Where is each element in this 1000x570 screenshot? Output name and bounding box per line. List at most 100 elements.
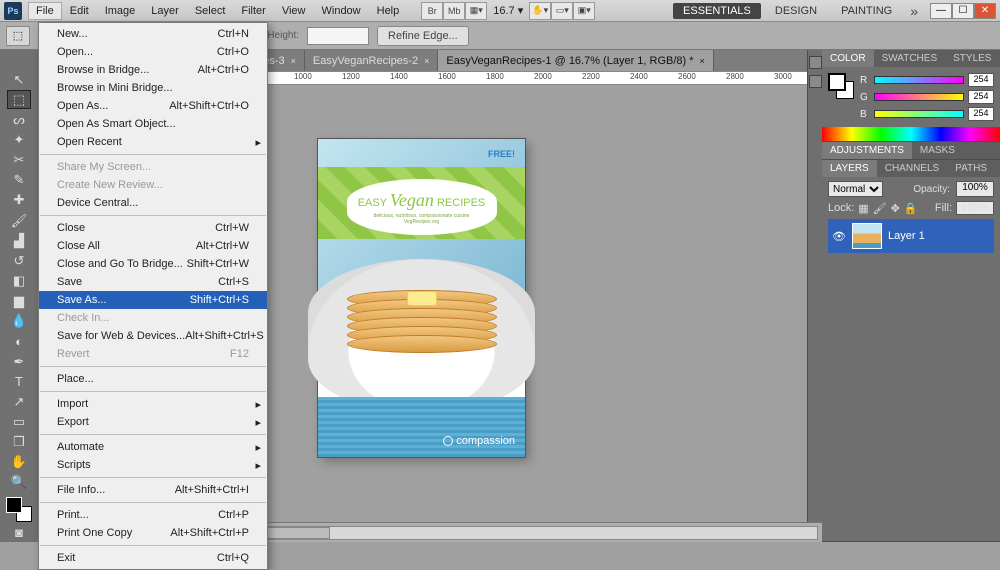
tab-swatches[interactable]: SWATCHES	[874, 50, 946, 67]
menu-item-automate[interactable]: Automate	[39, 438, 267, 456]
launch-minibridge-icon[interactable]: Mb	[443, 2, 465, 20]
menu-item-save[interactable]: SaveCtrl+S	[39, 273, 267, 291]
brush-tool-icon[interactable]: 🖌	[7, 211, 31, 230]
height-input[interactable]	[307, 27, 369, 45]
close-tab-icon[interactable]: ×	[291, 56, 296, 66]
marquee-tool-icon[interactable]: ⬚	[7, 90, 31, 109]
menu-item-print[interactable]: Print...Ctrl+P	[39, 506, 267, 524]
tab-color[interactable]: COLOR	[822, 50, 874, 67]
3d-tool-icon[interactable]: ❒	[7, 433, 31, 452]
lock-pixels-icon[interactable]: ▦	[858, 202, 868, 215]
layer-thumbnail[interactable]	[852, 223, 882, 249]
zoom-tool-icon[interactable]: 🔍	[7, 473, 31, 492]
menu-item-exit[interactable]: ExitCtrl+Q	[39, 549, 267, 567]
b-slider[interactable]	[874, 110, 964, 118]
workspace-more-icon[interactable]: »	[906, 3, 922, 19]
b-value[interactable]: 254	[968, 107, 994, 121]
lock-all-icon[interactable]: 🔒	[904, 202, 918, 215]
menu-item-open[interactable]: Open...Ctrl+O	[39, 43, 267, 61]
window-close-icon[interactable]: ✕	[974, 3, 996, 19]
fill-input[interactable]: 100%	[956, 201, 994, 215]
menu-edit[interactable]: Edit	[62, 2, 97, 20]
history-brush-icon[interactable]: ↺	[7, 251, 31, 270]
menu-item-open-as-smart-object[interactable]: Open As Smart Object...	[39, 115, 267, 133]
wand-tool-icon[interactable]: ✦	[7, 131, 31, 150]
crop-tool-icon[interactable]: ✂	[7, 151, 31, 170]
layer-row[interactable]: 👁 Layer 1	[828, 219, 994, 253]
document-canvas[interactable]: FREE! EASY Vegan RECIPES delicious, nutr…	[318, 139, 525, 457]
gradient-tool-icon[interactable]: ▆	[7, 292, 31, 311]
menu-layer[interactable]: Layer	[143, 2, 187, 20]
tab-styles[interactable]: STYLES	[945, 50, 999, 67]
menu-item-print-one-copy[interactable]: Print One CopyAlt+Shift+Ctrl+P	[39, 524, 267, 542]
shape-tool-icon[interactable]: ▭	[7, 412, 31, 431]
close-tab-icon[interactable]: ×	[700, 56, 705, 66]
foreground-background-colors[interactable]	[6, 497, 32, 522]
menu-item-import[interactable]: Import	[39, 395, 267, 413]
eraser-tool-icon[interactable]: ◧	[7, 271, 31, 290]
type-tool-icon[interactable]: T	[7, 372, 31, 391]
workspace-design[interactable]: DESIGN	[765, 3, 827, 19]
menu-image[interactable]: Image	[97, 2, 144, 20]
tab-layers[interactable]: LAYERS	[822, 160, 877, 177]
menu-item-browse-in-bridge[interactable]: Browse in Bridge...Alt+Ctrl+O	[39, 61, 267, 79]
lock-move-icon[interactable]: ✥	[891, 202, 900, 215]
document-tab[interactable]: EasyVeganRecipes-2×	[305, 50, 438, 71]
hand-tool-icon[interactable]: ✋	[7, 453, 31, 472]
layer-name[interactable]: Layer 1	[888, 230, 925, 242]
tab-channels[interactable]: CHANNELS	[877, 160, 947, 177]
document-tab[interactable]: EasyVeganRecipes-1 @ 16.7% (Layer 1, RGB…	[438, 50, 713, 71]
r-value[interactable]: 254	[968, 73, 994, 87]
path-tool-icon[interactable]: ↗	[7, 392, 31, 411]
menu-item-close[interactable]: CloseCtrl+W	[39, 219, 267, 237]
pen-tool-icon[interactable]: ✒	[7, 352, 31, 371]
tab-adjustments[interactable]: ADJUSTMENTS	[822, 142, 912, 159]
g-slider[interactable]	[874, 93, 964, 101]
menu-help[interactable]: Help	[369, 2, 408, 20]
menu-item-place[interactable]: Place...	[39, 370, 267, 388]
stamp-tool-icon[interactable]: ▟	[7, 231, 31, 250]
tab-masks[interactable]: MASKS	[912, 142, 963, 159]
menu-item-device-central[interactable]: Device Central...	[39, 194, 267, 212]
lasso-tool-icon[interactable]: ᔕ	[7, 110, 31, 129]
collapsed-panel-icon[interactable]	[809, 56, 822, 69]
tab-paths[interactable]: PATHS	[947, 160, 995, 177]
healing-tool-icon[interactable]: ✚	[7, 191, 31, 210]
window-maximize-icon[interactable]: ☐	[952, 3, 974, 19]
visibility-icon[interactable]: 👁	[832, 230, 846, 243]
zoom-level[interactable]: 16.7 ▾	[487, 4, 529, 17]
menu-item-save-for-web-devices[interactable]: Save for Web & Devices...Alt+Shift+Ctrl+…	[39, 327, 267, 345]
menu-filter[interactable]: Filter	[233, 2, 273, 20]
arrange-docs-icon[interactable]: ▭▾	[551, 2, 573, 20]
current-tool-icon[interactable]: ⬚	[6, 26, 30, 46]
menu-item-export[interactable]: Export	[39, 413, 267, 431]
horizontal-scrollbar[interactable]	[233, 526, 818, 540]
menu-item-close-all[interactable]: Close AllAlt+Ctrl+W	[39, 237, 267, 255]
menu-item-file-info[interactable]: File Info...Alt+Shift+Ctrl+I	[39, 481, 267, 499]
screen-mode-icon[interactable]: ▣▾	[573, 2, 595, 20]
hand-tool-icon[interactable]: ✋▾	[529, 2, 551, 20]
refine-edge-button[interactable]: Refine Edge...	[377, 26, 469, 46]
menu-item-close-and-go-to-bridge[interactable]: Close and Go To Bridge...Shift+Ctrl+W	[39, 255, 267, 273]
move-tool-icon[interactable]: ↖	[7, 70, 31, 89]
g-value[interactable]: 254	[968, 90, 994, 104]
menu-item-new[interactable]: New...Ctrl+N	[39, 25, 267, 43]
opacity-input[interactable]: 100%	[956, 181, 994, 197]
workspace-painting[interactable]: PAINTING	[831, 3, 902, 19]
menu-item-scripts[interactable]: Scripts	[39, 456, 267, 474]
menu-select[interactable]: Select	[187, 2, 234, 20]
blur-tool-icon[interactable]: 💧	[7, 312, 31, 331]
collapsed-panel-icon[interactable]	[809, 75, 822, 88]
menu-item-open-as[interactable]: Open As...Alt+Shift+Ctrl+O	[39, 97, 267, 115]
menu-window[interactable]: Window	[314, 2, 369, 20]
menu-item-save-as[interactable]: Save As...Shift+Ctrl+S	[39, 291, 267, 309]
launch-bridge-icon[interactable]: Br	[421, 2, 443, 20]
r-slider[interactable]	[874, 76, 964, 84]
close-tab-icon[interactable]: ×	[424, 56, 429, 66]
lock-brush-icon[interactable]: 🖌	[873, 202, 887, 215]
menu-item-open-recent[interactable]: Open Recent	[39, 133, 267, 151]
quickmask-icon[interactable]: ◙	[7, 523, 31, 542]
blend-mode-select[interactable]: Normal	[828, 181, 883, 197]
window-minimize-icon[interactable]: —	[930, 3, 952, 19]
menu-item-browse-in-mini-bridge[interactable]: Browse in Mini Bridge...	[39, 79, 267, 97]
